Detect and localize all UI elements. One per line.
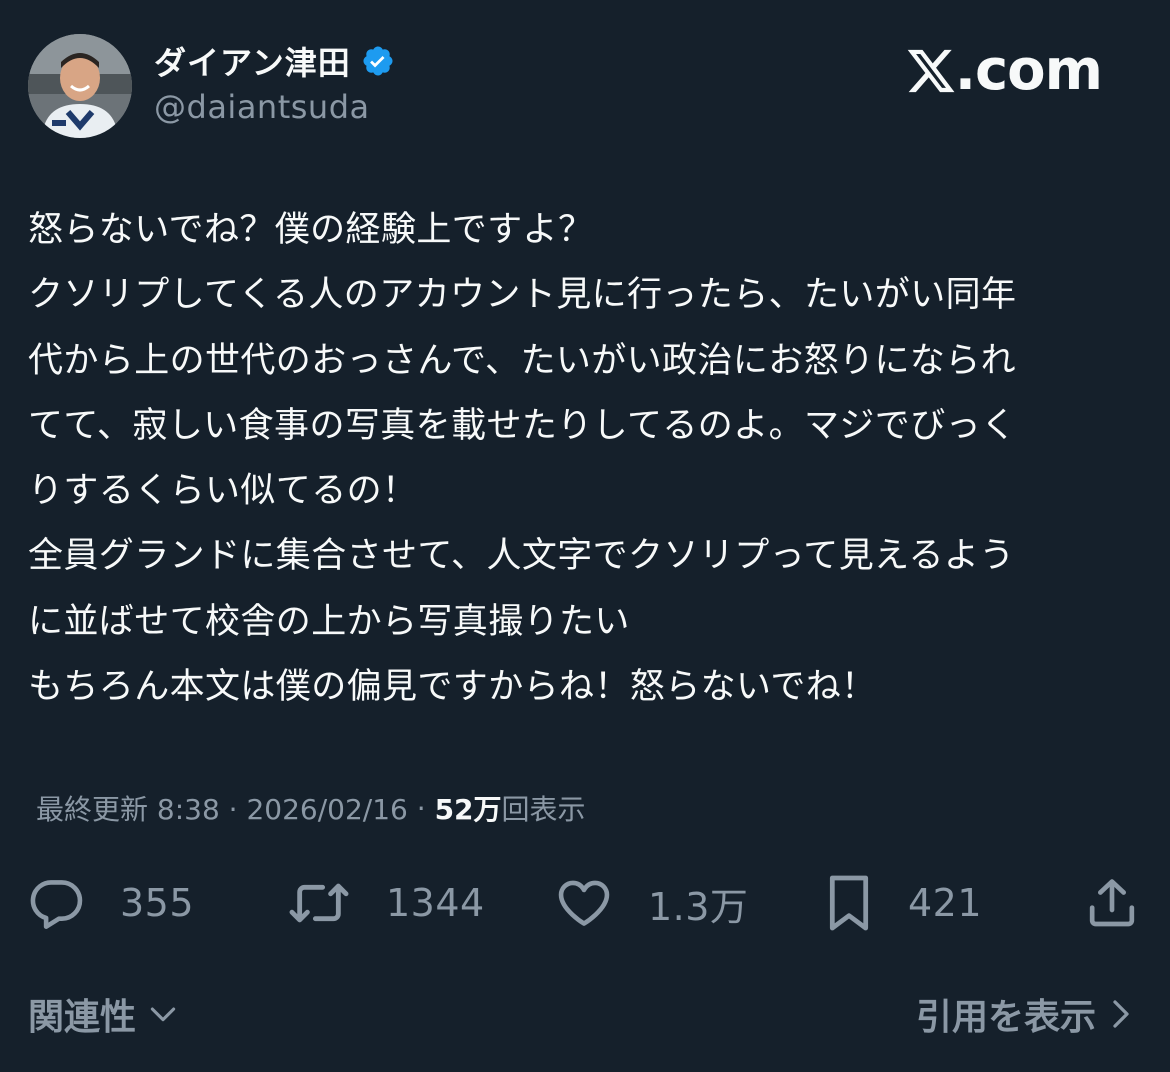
- bookmark-button[interactable]: 421: [824, 870, 982, 936]
- heart-icon: [558, 880, 610, 926]
- like-button[interactable]: 1.3万: [554, 870, 748, 936]
- view-count: 52万: [434, 793, 502, 826]
- reply-count: 355: [120, 881, 195, 925]
- timestamp[interactable]: 最終更新 8:38 · 2026/02/16: [36, 788, 408, 828]
- tweet-line: 怒らないでね？僕の経験上ですよ？: [28, 210, 594, 250]
- meta-separator: ·: [407, 791, 435, 825]
- tweet-line: りするくらい似てるの！: [28, 471, 418, 512]
- avatar-photo: [28, 34, 132, 138]
- related-label: 関連性: [28, 997, 137, 1038]
- author-names: ダイアン津田 @daiantsuda: [154, 38, 395, 126]
- bookmark-icon: [829, 875, 869, 931]
- tweet-line: てて、寂しい食事の写真を載せたりしてるのよ。マジでびっく: [28, 405, 1017, 446]
- handle[interactable]: @daiantsuda: [154, 88, 395, 126]
- bookmark-count: 421: [908, 881, 983, 925]
- related-sort-button[interactable]: 関連性: [28, 986, 180, 1042]
- chevron-right-icon: [1113, 1000, 1129, 1028]
- share-button[interactable]: [1084, 870, 1140, 936]
- view-quotes-label: 引用を表示: [915, 997, 1096, 1038]
- retweet-icon: [289, 883, 349, 923]
- x-logo-icon: [907, 49, 955, 92]
- tweet-line: 全員グランドに集合させて、人文字でクソリプって見えるよう: [28, 536, 1015, 577]
- tweet-line: 代から上の世代のおっさんで、たいがい政治にお怒りになられ: [28, 340, 1017, 381]
- chevron-down-icon: [150, 1007, 176, 1022]
- tweet-meta: 最終更新 8:38 · 2026/02/16 · 52万 回表示: [36, 786, 586, 830]
- view-label: 回表示: [501, 793, 586, 826]
- tweet-line: に並ばせて校舎の上から写真撮りたい: [28, 601, 630, 642]
- share-icon: [1089, 879, 1135, 927]
- display-name-row: ダイアン津田: [154, 38, 395, 84]
- avatar[interactable]: [28, 34, 132, 138]
- retweet-count: 1344: [386, 881, 485, 925]
- brand-logo: .com: [905, 38, 1103, 103]
- verified-badge-icon: [363, 46, 393, 76]
- tweet-line: クソリプしてくる人のアカウント見に行ったら、たいがい同年: [28, 275, 1017, 316]
- tweet-line: もちろん本文は僕の偏見ですからね！怒らないでね！: [28, 667, 877, 708]
- view-quotes-link[interactable]: 引用を表示: [916, 986, 1132, 1042]
- like-count: 1.3万: [648, 884, 749, 929]
- reply-button[interactable]: 355: [28, 870, 194, 936]
- display-name[interactable]: ダイアン津田: [154, 38, 351, 84]
- reply-icon: [30, 880, 83, 929]
- brand-text: .com: [954, 38, 1103, 103]
- tweet-footer: 関連性 引用を表示: [28, 986, 1142, 1042]
- tweet-text: 怒らないでね？僕の経験上ですよ？ クソリプしてくる人のアカウント見に行ったら、た…: [28, 198, 1142, 720]
- tweet-header: ダイアン津田 @daiantsuda .com: [28, 30, 1142, 140]
- action-bar: 355 1344 1.3万 421: [28, 870, 1142, 936]
- retweet-button[interactable]: 1344: [286, 870, 485, 936]
